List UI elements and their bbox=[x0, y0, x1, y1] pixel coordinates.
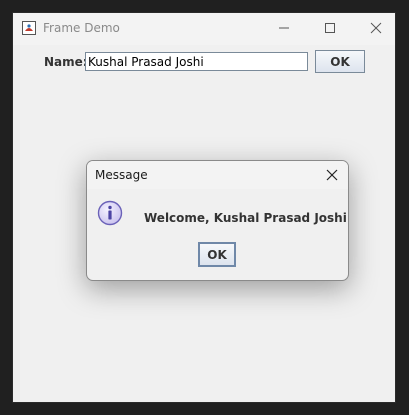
name-input[interactable] bbox=[85, 52, 308, 71]
minimize-icon[interactable] bbox=[261, 13, 307, 43]
maximize-icon[interactable] bbox=[307, 13, 353, 43]
info-icon bbox=[97, 200, 123, 226]
dialog-titlebar[interactable]: Message bbox=[87, 161, 348, 189]
message-dialog: Message Welcome, Kushal Prasad Joshi OK bbox=[86, 160, 349, 281]
dialog-ok-button[interactable]: OK bbox=[198, 242, 236, 267]
java-app-icon bbox=[22, 21, 36, 35]
ok-button[interactable]: OK bbox=[315, 50, 365, 73]
window-titlebar[interactable]: Frame Demo bbox=[13, 13, 395, 45]
close-icon[interactable] bbox=[353, 13, 395, 43]
dialog-message: Welcome, Kushal Prasad Joshi bbox=[144, 211, 347, 225]
dialog-title: Message bbox=[95, 168, 148, 182]
name-label: Name: bbox=[44, 55, 88, 69]
dialog-close-icon[interactable] bbox=[323, 166, 341, 184]
window-title: Frame Demo bbox=[43, 21, 120, 35]
frame-window: Frame Demo Name: OK Message bbox=[12, 12, 396, 403]
